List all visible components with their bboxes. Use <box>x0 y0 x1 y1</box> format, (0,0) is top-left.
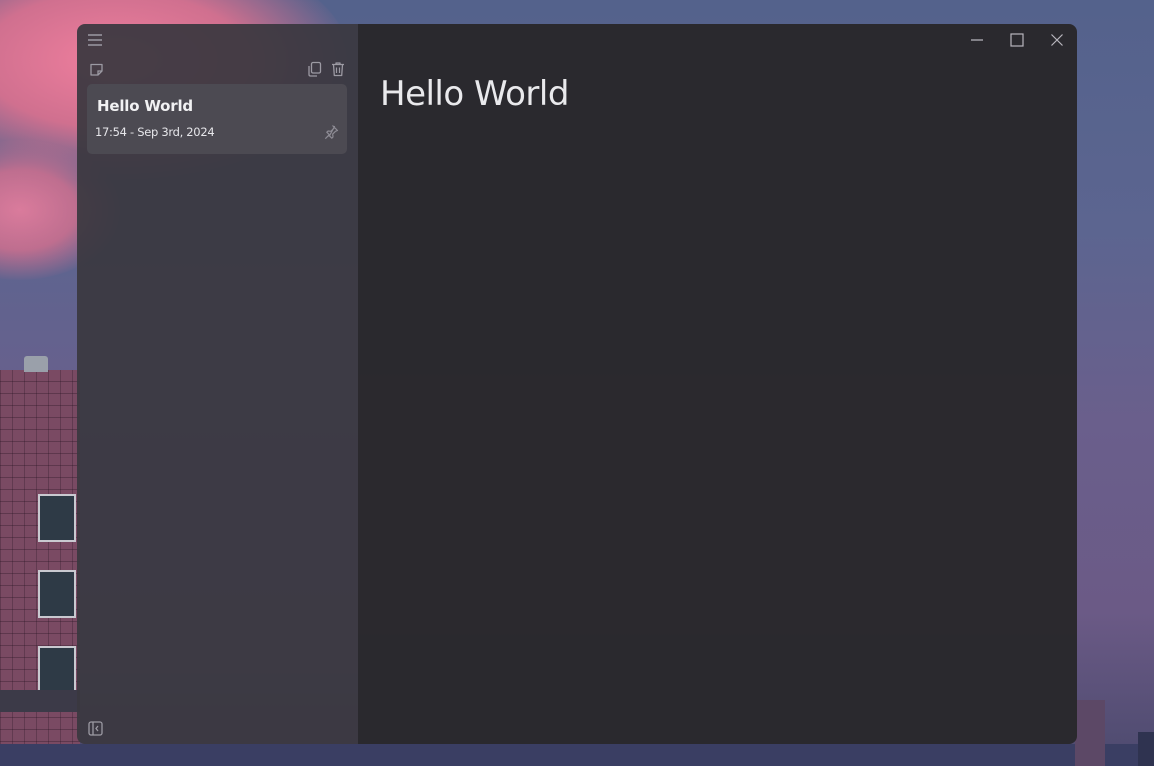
document-title[interactable]: Hello World <box>380 74 569 114</box>
wallpaper-ledge <box>0 690 80 712</box>
hamburger-menu-icon[interactable] <box>85 30 105 50</box>
new-note-icon[interactable] <box>86 59 106 79</box>
collapse-sidebar-icon[interactable] <box>85 718 105 738</box>
sidebar: Hello World 17:54 - Sep 3rd, 2024 <box>77 24 358 744</box>
maximize-icon[interactable] <box>1001 30 1033 50</box>
wallpaper-chimney <box>24 356 48 372</box>
close-icon[interactable] <box>1041 30 1073 50</box>
editor-pane[interactable]: Hello World <box>358 24 1077 744</box>
pin-icon[interactable] <box>323 124 339 144</box>
minimize-icon[interactable] <box>961 30 993 50</box>
duplicate-icon[interactable] <box>304 59 324 79</box>
note-list-item[interactable]: Hello World 17:54 - Sep 3rd, 2024 <box>87 84 347 154</box>
wallpaper-window <box>38 646 76 694</box>
wallpaper-window <box>38 570 76 618</box>
app-window: Hello World 17:54 - Sep 3rd, 2024 Hello … <box>77 24 1077 744</box>
wallpaper-building <box>1075 700 1105 766</box>
note-timestamp: 17:54 - Sep 3rd, 2024 <box>95 125 215 139</box>
wallpaper-window <box>38 494 76 542</box>
trash-icon[interactable] <box>328 59 348 79</box>
wallpaper-building <box>1138 732 1154 766</box>
desktop-wallpaper: Hello World 17:54 - Sep 3rd, 2024 Hello … <box>0 0 1154 766</box>
note-title: Hello World <box>97 97 193 115</box>
wallpaper-skyline <box>0 744 1154 766</box>
